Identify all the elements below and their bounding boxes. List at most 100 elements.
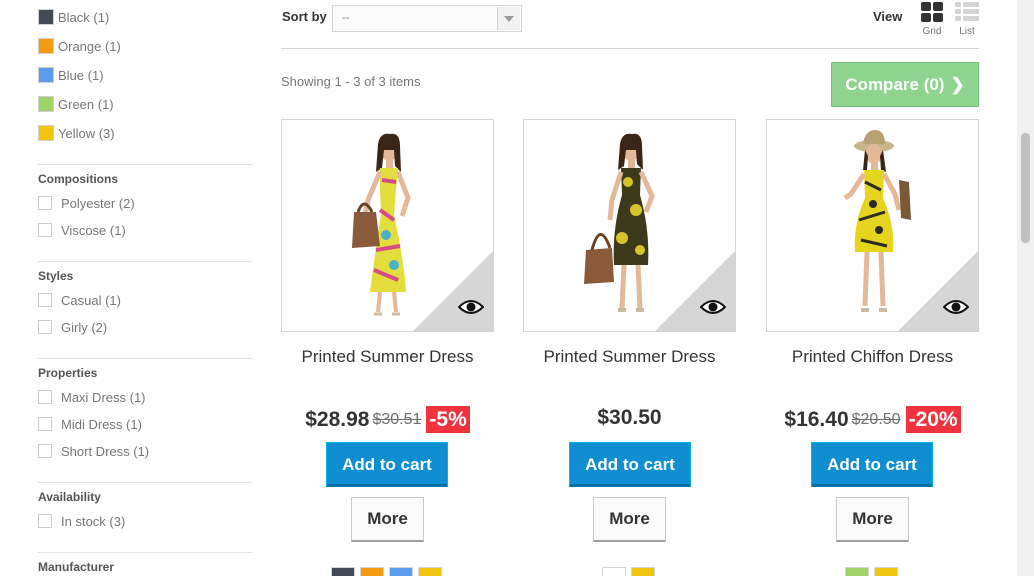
color-swatch[interactable] <box>360 567 384 576</box>
eye-icon <box>458 300 484 314</box>
filter-label: Maxi Dress (1) <box>61 389 146 405</box>
product-name[interactable]: Printed Chiffon Dress <box>766 347 979 367</box>
filter-label: Short Dress (1) <box>61 443 150 459</box>
product-name[interactable]: Printed Summer Dress <box>523 347 736 367</box>
filter-in-stock[interactable]: In stock (3) <box>38 513 125 529</box>
divider <box>38 358 252 359</box>
product-count: Showing 1 - 3 of 3 items <box>281 74 421 89</box>
product-image[interactable] <box>281 119 494 332</box>
price: $30.50 <box>597 406 662 429</box>
checkbox[interactable] <box>38 293 52 307</box>
product-image[interactable] <box>766 119 979 332</box>
add-to-cart-button[interactable]: Add to cart <box>811 442 933 487</box>
checkbox[interactable] <box>38 417 52 431</box>
filter-label: In stock (3) <box>61 513 126 529</box>
filter-label: Polyester (2) <box>61 195 135 211</box>
product-image[interactable] <box>523 119 736 332</box>
color-swatch[interactable] <box>874 567 898 576</box>
filter-label: Casual (1) <box>61 292 121 308</box>
color-swatch[interactable] <box>845 567 869 576</box>
color-swatch[interactable] <box>331 567 355 576</box>
divider <box>281 48 979 49</box>
checkbox[interactable] <box>38 390 52 404</box>
filter-label: Midi Dress (1) <box>61 416 142 432</box>
compositions-title: Compositions <box>38 172 118 186</box>
color-swatch <box>38 96 54 112</box>
sort-select[interactable]: -- <box>332 5 522 32</box>
checkbox[interactable] <box>38 320 52 334</box>
properties-title: Properties <box>38 366 98 380</box>
filter-viscose[interactable]: Viscose (1) <box>38 222 126 238</box>
discount-badge: -5% <box>426 406 470 433</box>
quick-view-button[interactable] <box>655 251 735 331</box>
sort-select-value: -- <box>342 12 350 24</box>
color-filter-label: Blue (1) <box>58 67 104 83</box>
quick-view-button[interactable] <box>413 251 493 331</box>
color-swatch <box>38 125 54 141</box>
chevron-right-icon: ❯ <box>950 74 965 94</box>
grid-view-label: Grid <box>922 26 942 37</box>
price-row: $16.40 $20.50 -20% <box>766 406 979 433</box>
price: $28.98 <box>305 407 370 431</box>
filter-girly[interactable]: Girly (2) <box>38 319 107 335</box>
scrollbar-thumb[interactable] <box>1021 133 1030 243</box>
quick-view-button[interactable] <box>898 251 978 331</box>
color-filter-black[interactable]: Black (1) <box>38 8 109 26</box>
color-filter-green[interactable]: Green (1) <box>38 95 114 113</box>
more-button[interactable]: More <box>836 497 909 542</box>
filter-label: Viscose (1) <box>61 222 126 238</box>
filter-casual[interactable]: Casual (1) <box>38 292 121 308</box>
filter-maxi-dress[interactable]: Maxi Dress (1) <box>38 389 146 405</box>
list-view-button[interactable]: List <box>952 2 982 40</box>
eye-icon <box>943 300 969 314</box>
color-filter-label: Black (1) <box>58 9 110 25</box>
color-filter-orange[interactable]: Orange (1) <box>38 37 121 55</box>
old-price: $20.50 <box>851 410 901 428</box>
divider <box>38 164 252 165</box>
color-swatch[interactable] <box>418 567 442 576</box>
compare-label: Compare (0) <box>845 74 945 94</box>
color-swatch[interactable] <box>389 567 413 576</box>
color-swatch <box>38 67 54 83</box>
color-filter-label: Green (1) <box>58 96 114 112</box>
checkbox[interactable] <box>38 223 52 237</box>
color-filter-blue[interactable]: Blue (1) <box>38 66 104 84</box>
divider <box>38 552 252 553</box>
checkbox[interactable] <box>38 196 52 210</box>
discount-badge: -20% <box>905 406 961 433</box>
add-to-cart-button[interactable]: Add to cart <box>326 442 448 487</box>
price-row: $30.50 <box>523 406 736 430</box>
checkbox[interactable] <box>38 444 52 458</box>
color-swatch <box>38 9 54 25</box>
filter-label: Girly (2) <box>61 319 108 335</box>
more-button[interactable]: More <box>351 497 424 542</box>
old-price: $30.51 <box>372 410 422 428</box>
filter-midi-dress[interactable]: Midi Dress (1) <box>38 416 142 432</box>
view-label: View <box>873 9 903 24</box>
filter-short-dress[interactable]: Short Dress (1) <box>38 443 149 459</box>
compare-button[interactable]: Compare (0) ❯ <box>831 62 979 107</box>
grid-icon <box>921 2 943 22</box>
color-swatch <box>38 38 54 54</box>
color-filter-label: Yellow (3) <box>58 125 115 141</box>
sort-by-label: Sort by <box>282 9 327 24</box>
color-swatch[interactable] <box>602 567 626 576</box>
grid-view-button[interactable]: Grid <box>917 2 947 40</box>
list-icon <box>955 2 979 22</box>
list-view-label: List <box>959 26 975 37</box>
more-button[interactable]: More <box>593 497 666 542</box>
eye-icon <box>700 300 726 314</box>
add-to-cart-button[interactable]: Add to cart <box>569 442 691 487</box>
color-filter-label: Orange (1) <box>58 38 121 54</box>
color-filter-yellow[interactable]: Yellow (3) <box>38 124 115 142</box>
chevron-down-icon[interactable] <box>497 7 520 30</box>
availability-title: Availability <box>38 490 101 504</box>
price-row: $28.98 $30.51 -5% <box>281 406 494 433</box>
filter-polyester[interactable]: Polyester (2) <box>38 195 135 211</box>
product-name[interactable]: Printed Summer Dress <box>281 347 494 367</box>
manufacturer-title: Manufacturer <box>38 560 115 574</box>
divider <box>38 261 252 262</box>
page-scrollbar[interactable] <box>1017 0 1034 576</box>
color-swatch[interactable] <box>631 567 655 576</box>
checkbox[interactable] <box>38 514 52 528</box>
